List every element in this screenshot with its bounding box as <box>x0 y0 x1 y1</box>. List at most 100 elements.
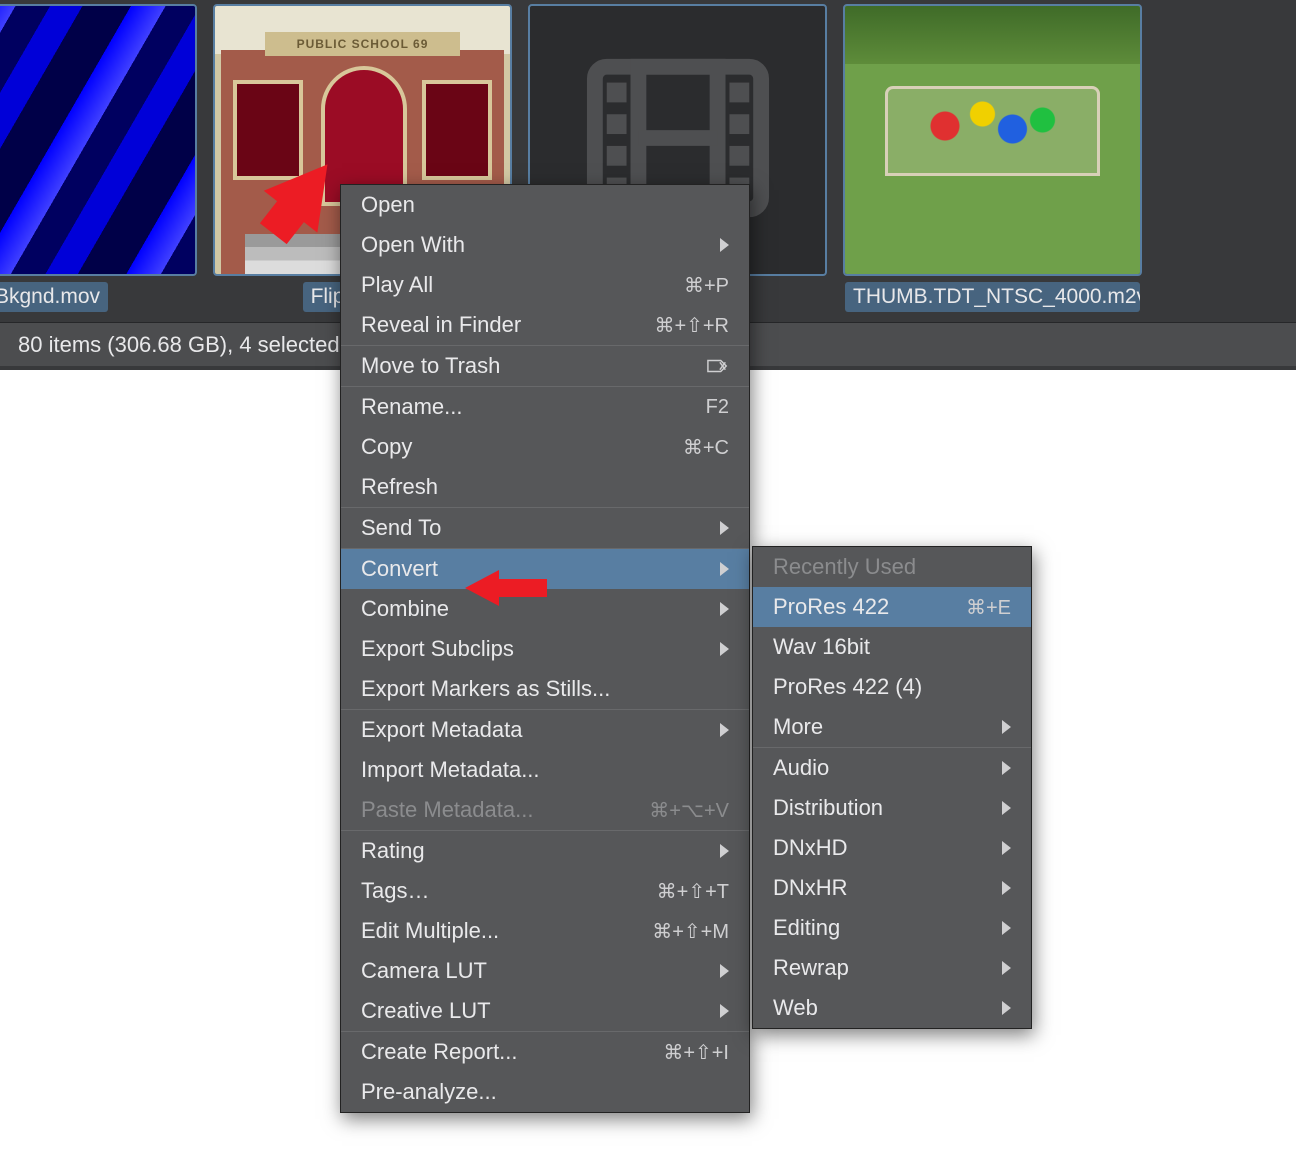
submenu-item-more[interactable]: More <box>753 707 1031 747</box>
menu-item-tags[interactable]: Tags… ⌘+⇧+T <box>341 871 749 911</box>
thumbnail-item[interactable]: THUMB.TDT_NTSC_4000.m2v <box>837 4 1148 316</box>
menu-shortcut: F2 <box>706 396 729 419</box>
menu-item-send-to[interactable]: Send To <box>341 508 749 548</box>
menu-label: Audio <box>773 755 829 781</box>
menu-label: Export Markers as Stills... <box>361 676 610 702</box>
menu-label: ProRes 422 (4) <box>773 674 922 700</box>
menu-label: Combine <box>361 596 449 622</box>
thumbnail-label: Bkgnd.mov <box>0 282 108 312</box>
submenu-item-dnxhd[interactable]: DNxHD <box>753 828 1031 868</box>
menu-label: Web <box>773 995 818 1021</box>
menu-item-creative-lut[interactable]: Creative LUT <box>341 991 749 1031</box>
submenu-item-rewrap[interactable]: Rewrap <box>753 948 1031 988</box>
menu-label: Create Report... <box>361 1039 518 1065</box>
menu-item-edit-multiple[interactable]: Edit Multiple... ⌘+⇧+M <box>341 911 749 951</box>
menu-item-rename[interactable]: Rename... F2 <box>341 387 749 427</box>
menu-label: DNxHR <box>773 875 848 901</box>
menu-item-play-all[interactable]: Play All ⌘+P <box>341 265 749 305</box>
submenu-arrow-icon <box>720 964 729 978</box>
menu-label: Paste Metadata... <box>361 797 533 823</box>
menu-item-copy[interactable]: Copy ⌘+C <box>341 427 749 467</box>
submenu-arrow-icon <box>1002 761 1011 775</box>
menu-label: Open With <box>361 232 465 258</box>
submenu-header-recently-used: Recently Used <box>753 547 1031 587</box>
menu-label: Export Subclips <box>361 636 514 662</box>
submenu-arrow-icon <box>1002 881 1011 895</box>
submenu-arrow-icon <box>720 844 729 858</box>
context-menu: Open Open With Play All ⌘+P Reveal in Fi… <box>340 184 750 1113</box>
menu-label: Tags… <box>361 878 429 904</box>
submenu-arrow-icon <box>1002 921 1011 935</box>
thumbnail-item[interactable]: Bkgnd.mov <box>0 4 203 316</box>
menu-label: More <box>773 714 823 740</box>
menu-label: Refresh <box>361 474 438 500</box>
menu-item-camera-lut[interactable]: Camera LUT <box>341 951 749 991</box>
menu-item-export-metadata[interactable]: Export Metadata <box>341 710 749 750</box>
submenu-arrow-icon <box>1002 841 1011 855</box>
submenu-item-editing[interactable]: Editing <box>753 908 1031 948</box>
submenu-arrow-icon <box>1002 1001 1011 1015</box>
submenu-arrow-icon <box>720 642 729 656</box>
menu-label: Wav 16bit <box>773 634 870 660</box>
submenu-item-audio[interactable]: Audio <box>753 748 1031 788</box>
menu-label: Reveal in Finder <box>361 312 521 338</box>
convert-submenu: Recently Used ProRes 422 ⌘+E Wav 16bit P… <box>752 546 1032 1029</box>
menu-label: Rewrap <box>773 955 849 981</box>
menu-label: Open <box>361 192 415 218</box>
menu-label: Camera LUT <box>361 958 487 984</box>
menu-shortcut: ⌘+⇧+I <box>663 1040 729 1065</box>
menu-shortcut: ⌘+⇧+R <box>654 313 729 338</box>
menu-item-export-subclips[interactable]: Export Subclips <box>341 629 749 669</box>
submenu-arrow-icon <box>1002 801 1011 815</box>
menu-label: Send To <box>361 515 441 541</box>
menu-label: Rating <box>361 838 425 864</box>
menu-item-create-report[interactable]: Create Report... ⌘+⇧+I <box>341 1032 749 1072</box>
submenu-arrow-icon <box>1002 720 1011 734</box>
menu-item-preanalyze[interactable]: Pre-analyze... <box>341 1072 749 1112</box>
menu-shortcut: ⌘+E <box>966 595 1011 620</box>
menu-label: Creative LUT <box>361 998 491 1024</box>
submenu-arrow-icon <box>1002 961 1011 975</box>
menu-shortcut: ⌘+C <box>683 435 729 460</box>
submenu-arrow-icon <box>720 238 729 252</box>
menu-item-refresh[interactable]: Refresh <box>341 467 749 507</box>
menu-shortcut: ⌘+⇧+M <box>652 919 729 944</box>
submenu-item-distribution[interactable]: Distribution <box>753 788 1031 828</box>
menu-label: Recently Used <box>773 554 916 580</box>
menu-item-reveal-in-finder[interactable]: Reveal in Finder ⌘+⇧+R <box>341 305 749 345</box>
submenu-arrow-icon <box>720 562 729 576</box>
menu-item-import-metadata[interactable]: Import Metadata... <box>341 750 749 790</box>
menu-item-move-to-trash[interactable]: Move to Trash <box>341 346 749 386</box>
menu-item-open-with[interactable]: Open With <box>341 225 749 265</box>
submenu-item-wav-16bit[interactable]: Wav 16bit <box>753 627 1031 667</box>
school-sign-text: PUBLIC SCHOOL 69 <box>265 32 460 56</box>
menu-label: Editing <box>773 915 840 941</box>
submenu-item-web[interactable]: Web <box>753 988 1031 1028</box>
submenu-item-prores-422-4[interactable]: ProRes 422 (4) <box>753 667 1031 707</box>
menu-label: Export Metadata <box>361 717 522 743</box>
menu-shortcut: ⌘+⇧+T <box>657 879 729 904</box>
submenu-arrow-icon <box>720 1004 729 1018</box>
menu-item-open[interactable]: Open <box>341 185 749 225</box>
submenu-arrow-icon <box>720 521 729 535</box>
menu-shortcut: ⌘+⌥+V <box>649 798 729 823</box>
menu-label: Play All <box>361 272 433 298</box>
menu-label: Edit Multiple... <box>361 918 499 944</box>
menu-label: ProRes 422 <box>773 594 889 620</box>
submenu-item-prores-422[interactable]: ProRes 422 ⌘+E <box>753 587 1031 627</box>
thumbnail-image <box>843 4 1142 276</box>
menu-label: Move to Trash <box>361 353 500 379</box>
menu-label: Import Metadata... <box>361 757 540 783</box>
submenu-arrow-icon <box>720 602 729 616</box>
trash-tag-icon <box>707 358 729 374</box>
menu-label: Copy <box>361 434 412 460</box>
menu-item-export-markers[interactable]: Export Markers as Stills... <box>341 669 749 709</box>
menu-shortcut: ⌘+P <box>684 273 729 298</box>
thumbnail-label: THUMB.TDT_NTSC_4000.m2v <box>845 282 1140 312</box>
submenu-arrow-icon <box>720 723 729 737</box>
menu-label: Convert <box>361 556 438 582</box>
submenu-item-dnxhr[interactable]: DNxHR <box>753 868 1031 908</box>
menu-item-rating[interactable]: Rating <box>341 831 749 871</box>
menu-label: Distribution <box>773 795 883 821</box>
menu-label: DNxHD <box>773 835 848 861</box>
